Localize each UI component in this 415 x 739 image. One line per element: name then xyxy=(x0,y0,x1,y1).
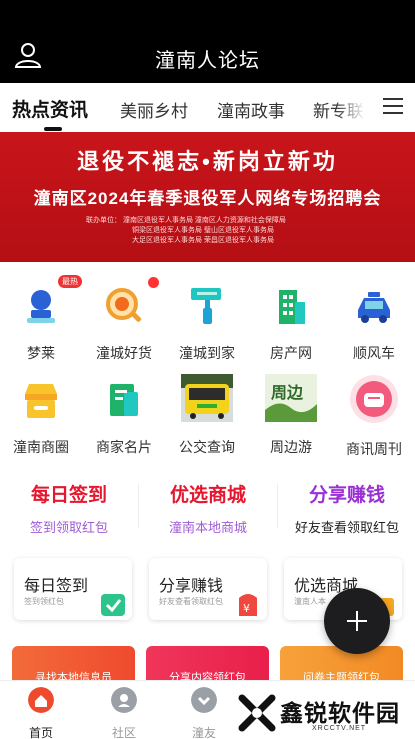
nav-label: 潼友 xyxy=(191,726,216,739)
bus-photo xyxy=(181,374,233,422)
promo-title: 分享赚钱 xyxy=(308,485,385,506)
grid-item-nearby-travel[interactable]: 周边 周边游 xyxy=(258,374,324,457)
promo-title: 优选商城 xyxy=(169,485,246,506)
nav-friends[interactable]: 潼友 xyxy=(174,687,234,739)
community-icon xyxy=(111,687,137,713)
grid-label: 商讯周刊 xyxy=(346,441,402,457)
grid-item-business-card[interactable]: 商家名片 xyxy=(91,378,157,457)
grid-label: 潼城到家 xyxy=(179,345,235,361)
active-tab-indicator xyxy=(44,127,62,131)
building-icon xyxy=(279,290,305,324)
organizer-line: 铜梁区退役军人事务局 璧山区退役军人事务局 xyxy=(132,227,274,234)
grid-item-real-estate[interactable]: 房产网 xyxy=(258,284,324,363)
checkin-icon xyxy=(101,594,125,616)
svg-text:¥: ¥ xyxy=(243,602,250,615)
card-daily-checkin[interactable]: 每日签到 签到领红包 xyxy=(14,558,132,620)
add-post-button[interactable] xyxy=(324,588,390,654)
paint-roller-icon xyxy=(191,288,221,324)
grid-item-good-goods[interactable]: 潼城好货 xyxy=(91,284,157,363)
grid-label: 顺风车 xyxy=(353,345,395,361)
grid-label: 潼南商圈 xyxy=(13,439,69,455)
svg-text:周边: 周边 xyxy=(271,383,304,402)
banner-headline: 退役不褪志•新岗立新功 xyxy=(77,149,338,174)
nav-home[interactable]: 首页 xyxy=(11,687,71,739)
magnifier-icon xyxy=(106,288,142,322)
banner-subheadline: 潼南区2024年春季退役军人网络专场招聘会 xyxy=(33,189,382,208)
recruitment-banner[interactable]: 退役不褪志•新岗立新功 潼南区2024年春季退役军人网络专场招聘会 联办单位： … xyxy=(0,132,415,262)
red-packet-icon: ¥ xyxy=(239,594,257,616)
promo-subtitle: 好友查看领取红包 xyxy=(294,520,399,535)
notification-dot xyxy=(148,277,159,288)
hot-badge: 最热 xyxy=(58,275,82,288)
grid-label: 潼城好货 xyxy=(96,345,152,361)
grid-item-carpool[interactable]: 顺风车 xyxy=(341,284,407,363)
organizer-line: 联办单位： 潼南区退役军人事务局 潼南区人力资源和社会保障局 xyxy=(86,217,286,224)
app-bar: 潼南人论坛 xyxy=(0,0,415,83)
grid-label: 商家名片 xyxy=(96,439,152,455)
organizer-line: 大足区退役军人事务局 荣昌区退役军人事务局 xyxy=(132,237,274,244)
weekly-icon xyxy=(350,375,398,423)
grid-item-business-circle[interactable]: 潼南商圈 xyxy=(8,378,74,457)
tab-fade xyxy=(335,83,373,132)
shop-icon xyxy=(25,384,57,418)
card-subtitle: 好友查看领取红包 xyxy=(159,597,223,606)
watermark-text: 鑫锐软件园 xyxy=(280,700,400,726)
tab-hot-news[interactable]: 热点资讯 xyxy=(12,95,88,122)
banner-organizers: 联办单位： 潼南区退役军人事务局 潼南区人力资源和社会保障局 铜梁区退役军人事务… xyxy=(86,216,346,246)
grid-label: 周边游 xyxy=(270,439,312,455)
promo-title: 每日签到 xyxy=(30,485,107,506)
promo-share-earn[interactable]: 分享赚钱 好友查看领取红包 xyxy=(278,480,415,536)
page-title: 潼南人论坛 xyxy=(155,50,260,72)
travel-photo: 周边 xyxy=(265,374,317,422)
home-icon xyxy=(28,687,54,713)
promo-subtitle: 签到领取红包 xyxy=(29,520,108,535)
card-subtitle: 签到领红包 xyxy=(24,597,64,606)
card-title: 分享赚钱 xyxy=(159,578,224,595)
nav-label: 首页 xyxy=(28,726,53,739)
nav-community[interactable]: 社区 xyxy=(94,687,154,739)
stamp-icon xyxy=(27,290,55,323)
grid-item-menglai[interactable]: 梦莱 xyxy=(8,284,74,363)
nav-label: 社区 xyxy=(111,726,136,739)
card-icon xyxy=(110,384,138,416)
promo-daily-checkin[interactable]: 每日签到 签到领取红包 xyxy=(0,480,138,536)
card-share-earn[interactable]: 分享赚钱 好友查看领取红包 ¥ xyxy=(149,558,267,620)
watermark-logo-icon xyxy=(238,694,276,732)
tab-tongnan-politics[interactable]: 潼南政事 xyxy=(217,97,285,122)
grid-label: 梦莱 xyxy=(27,345,55,361)
friends-icon xyxy=(191,687,217,713)
watermark-url: XRCCTV.NET xyxy=(312,725,367,732)
grid-item-bus-query[interactable]: 公交查询 xyxy=(174,374,240,457)
watermark: 鑫锐软件园 XRCCTV.NET xyxy=(232,688,415,739)
card-subtitle: 潼南人本 xyxy=(294,597,326,606)
grid-label: 房产网 xyxy=(270,345,312,361)
grid-item-home-service[interactable]: 潼城到家 xyxy=(174,284,240,363)
card-title: 每日签到 xyxy=(24,578,89,595)
promo-select-mall[interactable]: 优选商城 潼南本地商城 xyxy=(139,480,277,536)
tab-beautiful-village[interactable]: 美丽乡村 xyxy=(120,97,188,122)
promo-subtitle: 潼南本地商城 xyxy=(168,520,247,535)
grid-label: 公交查询 xyxy=(179,439,235,455)
grid-item-weekly[interactable]: 商讯周刊 xyxy=(341,375,407,459)
menu-icon[interactable] xyxy=(383,98,403,114)
taxi-icon xyxy=(358,292,390,323)
